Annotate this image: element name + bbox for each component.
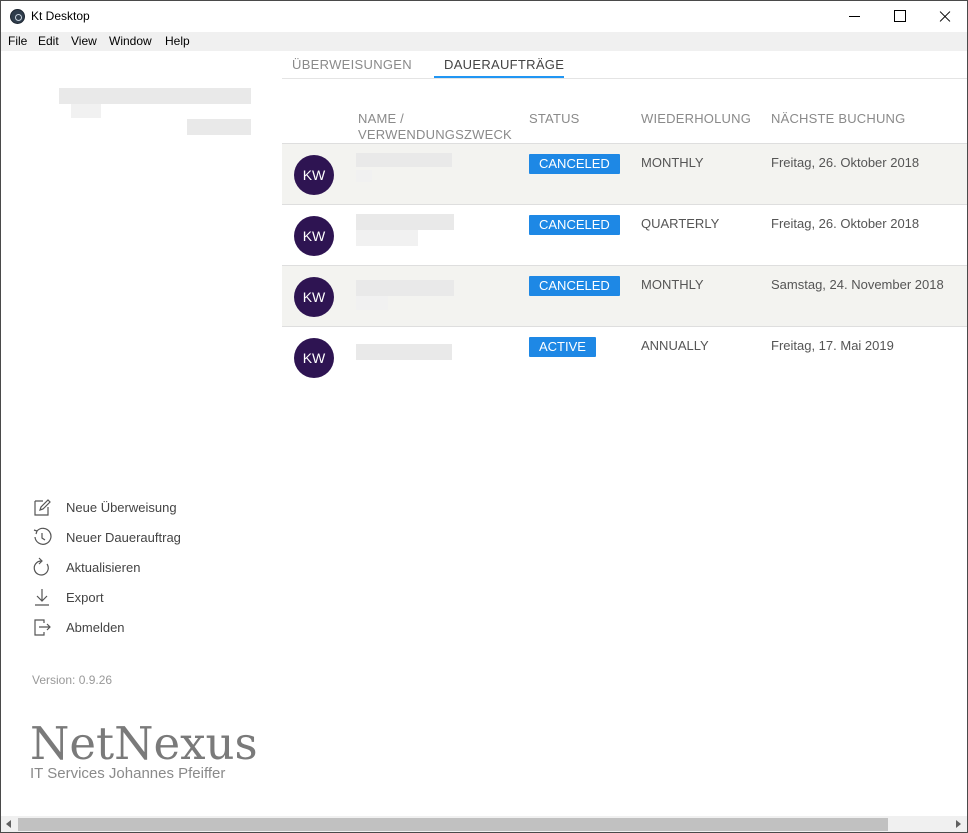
new-transfer-label: Neue Überweisung — [66, 500, 177, 515]
repeat-cell: MONTHLY — [641, 155, 704, 170]
new-standing-order-label: Neuer Dauerauftrag — [66, 530, 181, 545]
name-redacted — [356, 280, 454, 296]
column-header-repeat: WIEDERHOLUNG — [641, 111, 752, 126]
name-redacted — [356, 344, 452, 360]
clock-icon — [33, 527, 52, 545]
app-icon — [10, 9, 25, 24]
edit-icon — [34, 499, 51, 516]
download-icon — [35, 589, 49, 606]
refresh-label: Aktualisieren — [66, 560, 141, 575]
avatar: KW — [294, 338, 334, 378]
status-badge: CANCELED — [529, 215, 620, 235]
minimize-button[interactable] — [831, 1, 877, 32]
menu-window[interactable]: Window — [109, 34, 152, 48]
status-badge: ACTIVE — [529, 337, 596, 357]
status-badge: CANCELED — [529, 276, 620, 296]
table-row[interactable]: KW CANCELED MONTHLY Samstag, 24. Novembe… — [282, 265, 967, 326]
refresh-icon — [33, 557, 49, 576]
next-booking-cell: Freitag, 26. Oktober 2018 — [771, 155, 920, 170]
logo-name: NetNexus — [30, 717, 258, 770]
name-redacted — [356, 153, 452, 167]
tab-transfers[interactable]: ÜBERWEISUNGEN — [292, 57, 412, 72]
logout-icon — [34, 619, 51, 636]
table-row[interactable]: KW ACTIVE ANNUALLY Freitag, 17. Mai 2019 — [282, 326, 967, 387]
logout-label: Abmelden — [66, 620, 125, 635]
scrollbar-thumb[interactable] — [18, 818, 888, 831]
horizontal-scrollbar[interactable] — [1, 816, 967, 832]
avatar: KW — [294, 216, 334, 256]
company-logo: NetNexus IT Services Johannes Pfeiffer — [30, 717, 258, 783]
column-header-next-booking: NÄCHSTE BUCHUNG — [771, 111, 906, 126]
next-booking-cell: Samstag, 24. November 2018 — [771, 277, 944, 292]
column-header-name: NAME / VERWENDUNGSZWECK — [358, 111, 512, 143]
column-header-name-line1: NAME / — [358, 111, 404, 126]
next-booking-cell: Freitag, 17. Mai 2019 — [771, 338, 894, 353]
version-label: Version: 0.9.26 — [32, 673, 113, 687]
tab-divider — [282, 78, 967, 79]
menu-help[interactable]: Help — [165, 34, 190, 48]
account-detail-redacted — [71, 104, 101, 118]
account-balance-redacted — [187, 119, 251, 135]
menu-bar: File Edit View Window Help — [1, 32, 967, 51]
repeat-cell: MONTHLY — [641, 277, 704, 292]
next-booking-cell: Freitag, 26. Oktober 2018 — [771, 216, 920, 231]
status-badge: CANCELED — [529, 154, 620, 174]
app-window: Kt Desktop File Edit View Window Help Ne… — [0, 0, 968, 833]
account-name-redacted — [59, 88, 251, 104]
avatar: KW — [294, 277, 334, 317]
purpose-redacted — [356, 170, 372, 182]
scroll-right-icon[interactable] — [956, 820, 961, 828]
tab-standing-orders[interactable]: DAUERAUFTRÄGE — [444, 57, 564, 72]
repeat-cell: QUARTERLY — [641, 216, 720, 231]
export-label: Export — [66, 590, 104, 605]
scroll-left-icon[interactable] — [6, 820, 11, 828]
column-header-name-line2: VERWENDUNGSZWECK — [358, 127, 512, 142]
table-row[interactable]: KW CANCELED MONTHLY Freitag, 26. Oktober… — [282, 143, 967, 204]
repeat-cell: ANNUALLY — [641, 338, 709, 353]
table-row[interactable]: KW CANCELED QUARTERLY Freitag, 26. Oktob… — [282, 204, 967, 265]
menu-edit[interactable]: Edit — [38, 34, 59, 48]
purpose-redacted — [356, 230, 418, 246]
purpose-redacted — [356, 296, 388, 310]
close-button[interactable] — [921, 1, 967, 32]
menu-view[interactable]: View — [71, 34, 97, 48]
title-bar: Kt Desktop — [1, 1, 967, 32]
logo-subtitle: IT Services Johannes Pfeiffer — [30, 765, 226, 782]
name-redacted — [356, 214, 454, 230]
menu-file[interactable]: File — [8, 34, 27, 48]
maximize-button[interactable] — [877, 1, 923, 32]
column-header-status: STATUS — [529, 111, 580, 126]
avatar: KW — [294, 155, 334, 195]
window-title: Kt Desktop — [31, 9, 90, 23]
